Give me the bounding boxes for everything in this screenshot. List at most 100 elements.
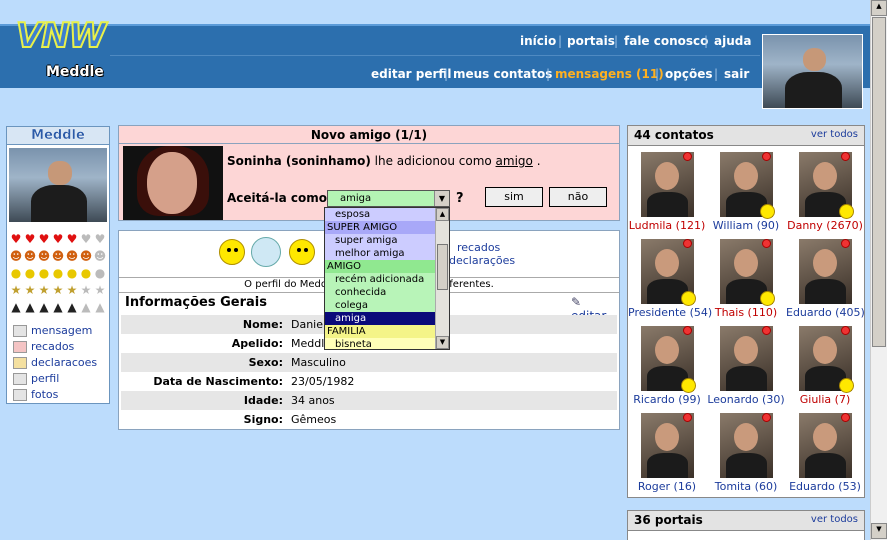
contact-name[interactable]: Roger (16) [628,480,706,493]
status-dot-icon [762,326,771,335]
contact-photo[interactable] [720,152,775,219]
contact-name[interactable]: Leonardo (30) [707,393,785,406]
nav-editar-perfil[interactable]: editar perfil [371,67,451,81]
contact-photo[interactable] [799,326,854,393]
user-avatar[interactable] [762,34,863,109]
dropdown-scroll-thumb[interactable] [437,244,448,290]
friend-photo[interactable] [123,146,223,220]
dropdown-option[interactable]: esposa [325,208,449,221]
declaracoes-count[interactable]: declarações [449,254,515,267]
menu-fotos[interactable]: fotos [13,388,58,401]
vnw-logo[interactable]: VNW [15,15,107,57]
status-dot-icon [683,239,692,248]
status-dot-icon [762,413,771,422]
smiley-icon[interactable] [219,239,245,265]
nav-ajuda[interactable]: ajuda [714,34,751,48]
page-scroll-thumb[interactable] [872,17,886,347]
people-rating: ☻ ☻ ☻ ☻ ☻ ☻ ☻ [9,249,107,263]
contact-photo[interactable] [641,152,694,217]
contact-photo[interactable] [641,239,696,306]
contact-name[interactable]: Tomita (60) [707,480,785,493]
contact-name[interactable]: Eduardo (405) [786,306,865,319]
lips-icon [13,340,27,353]
contact-card[interactable]: Ludmila (121) [628,147,706,234]
dropdown-arrow-icon[interactable]: ▼ [434,191,449,206]
contact-card[interactable]: Roger (16) [628,408,706,495]
nav-meus-contatos[interactable]: meus contatos [453,67,552,81]
contact-card[interactable]: William (90) [707,147,785,234]
smiley-badge-icon [760,291,775,306]
scroll-down-icon[interactable]: ▼ [436,336,449,349]
smiley-badge-icon [681,291,696,306]
contact-card[interactable]: Giulia (7) [786,321,864,408]
no-button[interactable]: não [549,187,607,207]
dropdown-option[interactable]: colega [325,299,449,312]
contact-name[interactable]: Giulia (7) [786,393,864,406]
relation-select-value: amiga [340,193,372,204]
contact-card[interactable]: Presidente (54) [628,234,712,321]
scroll-up-icon[interactable]: ▲ [436,208,449,221]
portais-view-all[interactable]: ver todos [811,514,858,525]
hats-rating: ▲ ▲ ▲ ▲ ▲ ▲ ▲ [11,300,105,314]
contact-name[interactable]: Presidente (54) [628,306,712,319]
phone-icon[interactable] [251,237,281,267]
dropdown-option[interactable]: SUPER AMIGO [325,221,449,234]
dropdown-option[interactable]: melhor amiga [325,247,449,260]
yes-button[interactable]: sim [485,187,543,207]
profile-photo[interactable] [9,148,107,222]
info-row-idade: Idade: 34 anos [121,391,617,410]
contact-photo[interactable] [720,413,773,478]
contact-photo[interactable] [641,413,694,478]
nav-separator: | [655,67,660,81]
dropdown-option[interactable]: bisneta [325,338,449,349]
relation-link[interactable]: amigo [496,154,533,168]
nav-inicio[interactable]: início [520,34,556,48]
menu-declaracoes[interactable]: declaracoes [13,356,97,369]
page-scrollbar[interactable]: ▲ ▼ [870,0,887,540]
dropdown-option[interactable]: FAMILIA [325,325,449,338]
contact-card[interactable]: Tomita (60) [707,408,785,495]
contact-photo[interactable] [799,413,852,478]
contact-name[interactable]: Ricardo (99) [628,393,706,406]
contact-name[interactable]: William (90) [707,219,785,232]
recados-count[interactable]: recados [457,241,500,254]
nav-sair[interactable]: sair [724,67,749,81]
relation-select[interactable]: amiga ▼ [327,190,450,207]
page-scroll-up-icon[interactable]: ▲ [871,0,887,16]
bowtie-smiley-icon[interactable] [289,239,315,265]
contact-card[interactable]: Leonardo (30) [707,321,785,408]
menu-mensagem[interactable]: mensagem [13,324,92,337]
contact-name[interactable]: Eduardo (53) [786,480,864,493]
nav-opcoes[interactable]: opções [665,67,712,81]
contact-photo[interactable] [799,239,852,304]
portais-panel: 36 portais ver todos [627,510,865,540]
contact-card[interactable]: Thais (110) [707,234,785,321]
contact-name[interactable]: Danny (2670) [786,219,864,232]
dropdown-scrollbar[interactable]: ▲ ▼ [435,208,449,349]
contact-photo[interactable] [720,239,775,306]
dropdown-option[interactable]: super amiga [325,234,449,247]
page-scroll-down-icon[interactable]: ▼ [871,523,887,539]
contact-name[interactable]: Ludmila (121) [628,219,706,232]
contact-card[interactable]: Eduardo (53) [786,408,864,495]
contact-card[interactable]: Danny (2670) [786,147,864,234]
pencil-icon: ✎ [571,295,582,309]
dropdown-option[interactable]: amiga [325,312,449,325]
contact-photo[interactable] [799,152,854,219]
nav-fale-conosco[interactable]: fale conosco [624,34,708,48]
contact-photo[interactable] [720,326,773,391]
contacts-view-all[interactable]: ver todos [811,129,858,140]
menu-perfil[interactable]: perfil [13,372,59,385]
nav-portais[interactable]: portais [567,34,615,48]
dropdown-option[interactable]: recém adicionada [325,273,449,286]
friend-name[interactable]: Soninha (soninhamo) [227,154,371,168]
contact-card[interactable]: Ricardo (99) [628,321,706,408]
menu-recados[interactable]: recados [13,340,74,353]
contact-card[interactable]: Eduardo (405) [786,234,865,321]
contact-name[interactable]: Thais (110) [707,306,785,319]
nav-mensagens[interactable]: mensagens (11) [555,67,664,81]
dropdown-option[interactable]: AMIGO [325,260,449,273]
dropdown-option[interactable]: conhecida [325,286,449,299]
relation-dropdown-list[interactable]: esposa SUPER AMIGO super amiga melhor amiga… [324,207,450,350]
contact-photo[interactable] [641,326,696,393]
